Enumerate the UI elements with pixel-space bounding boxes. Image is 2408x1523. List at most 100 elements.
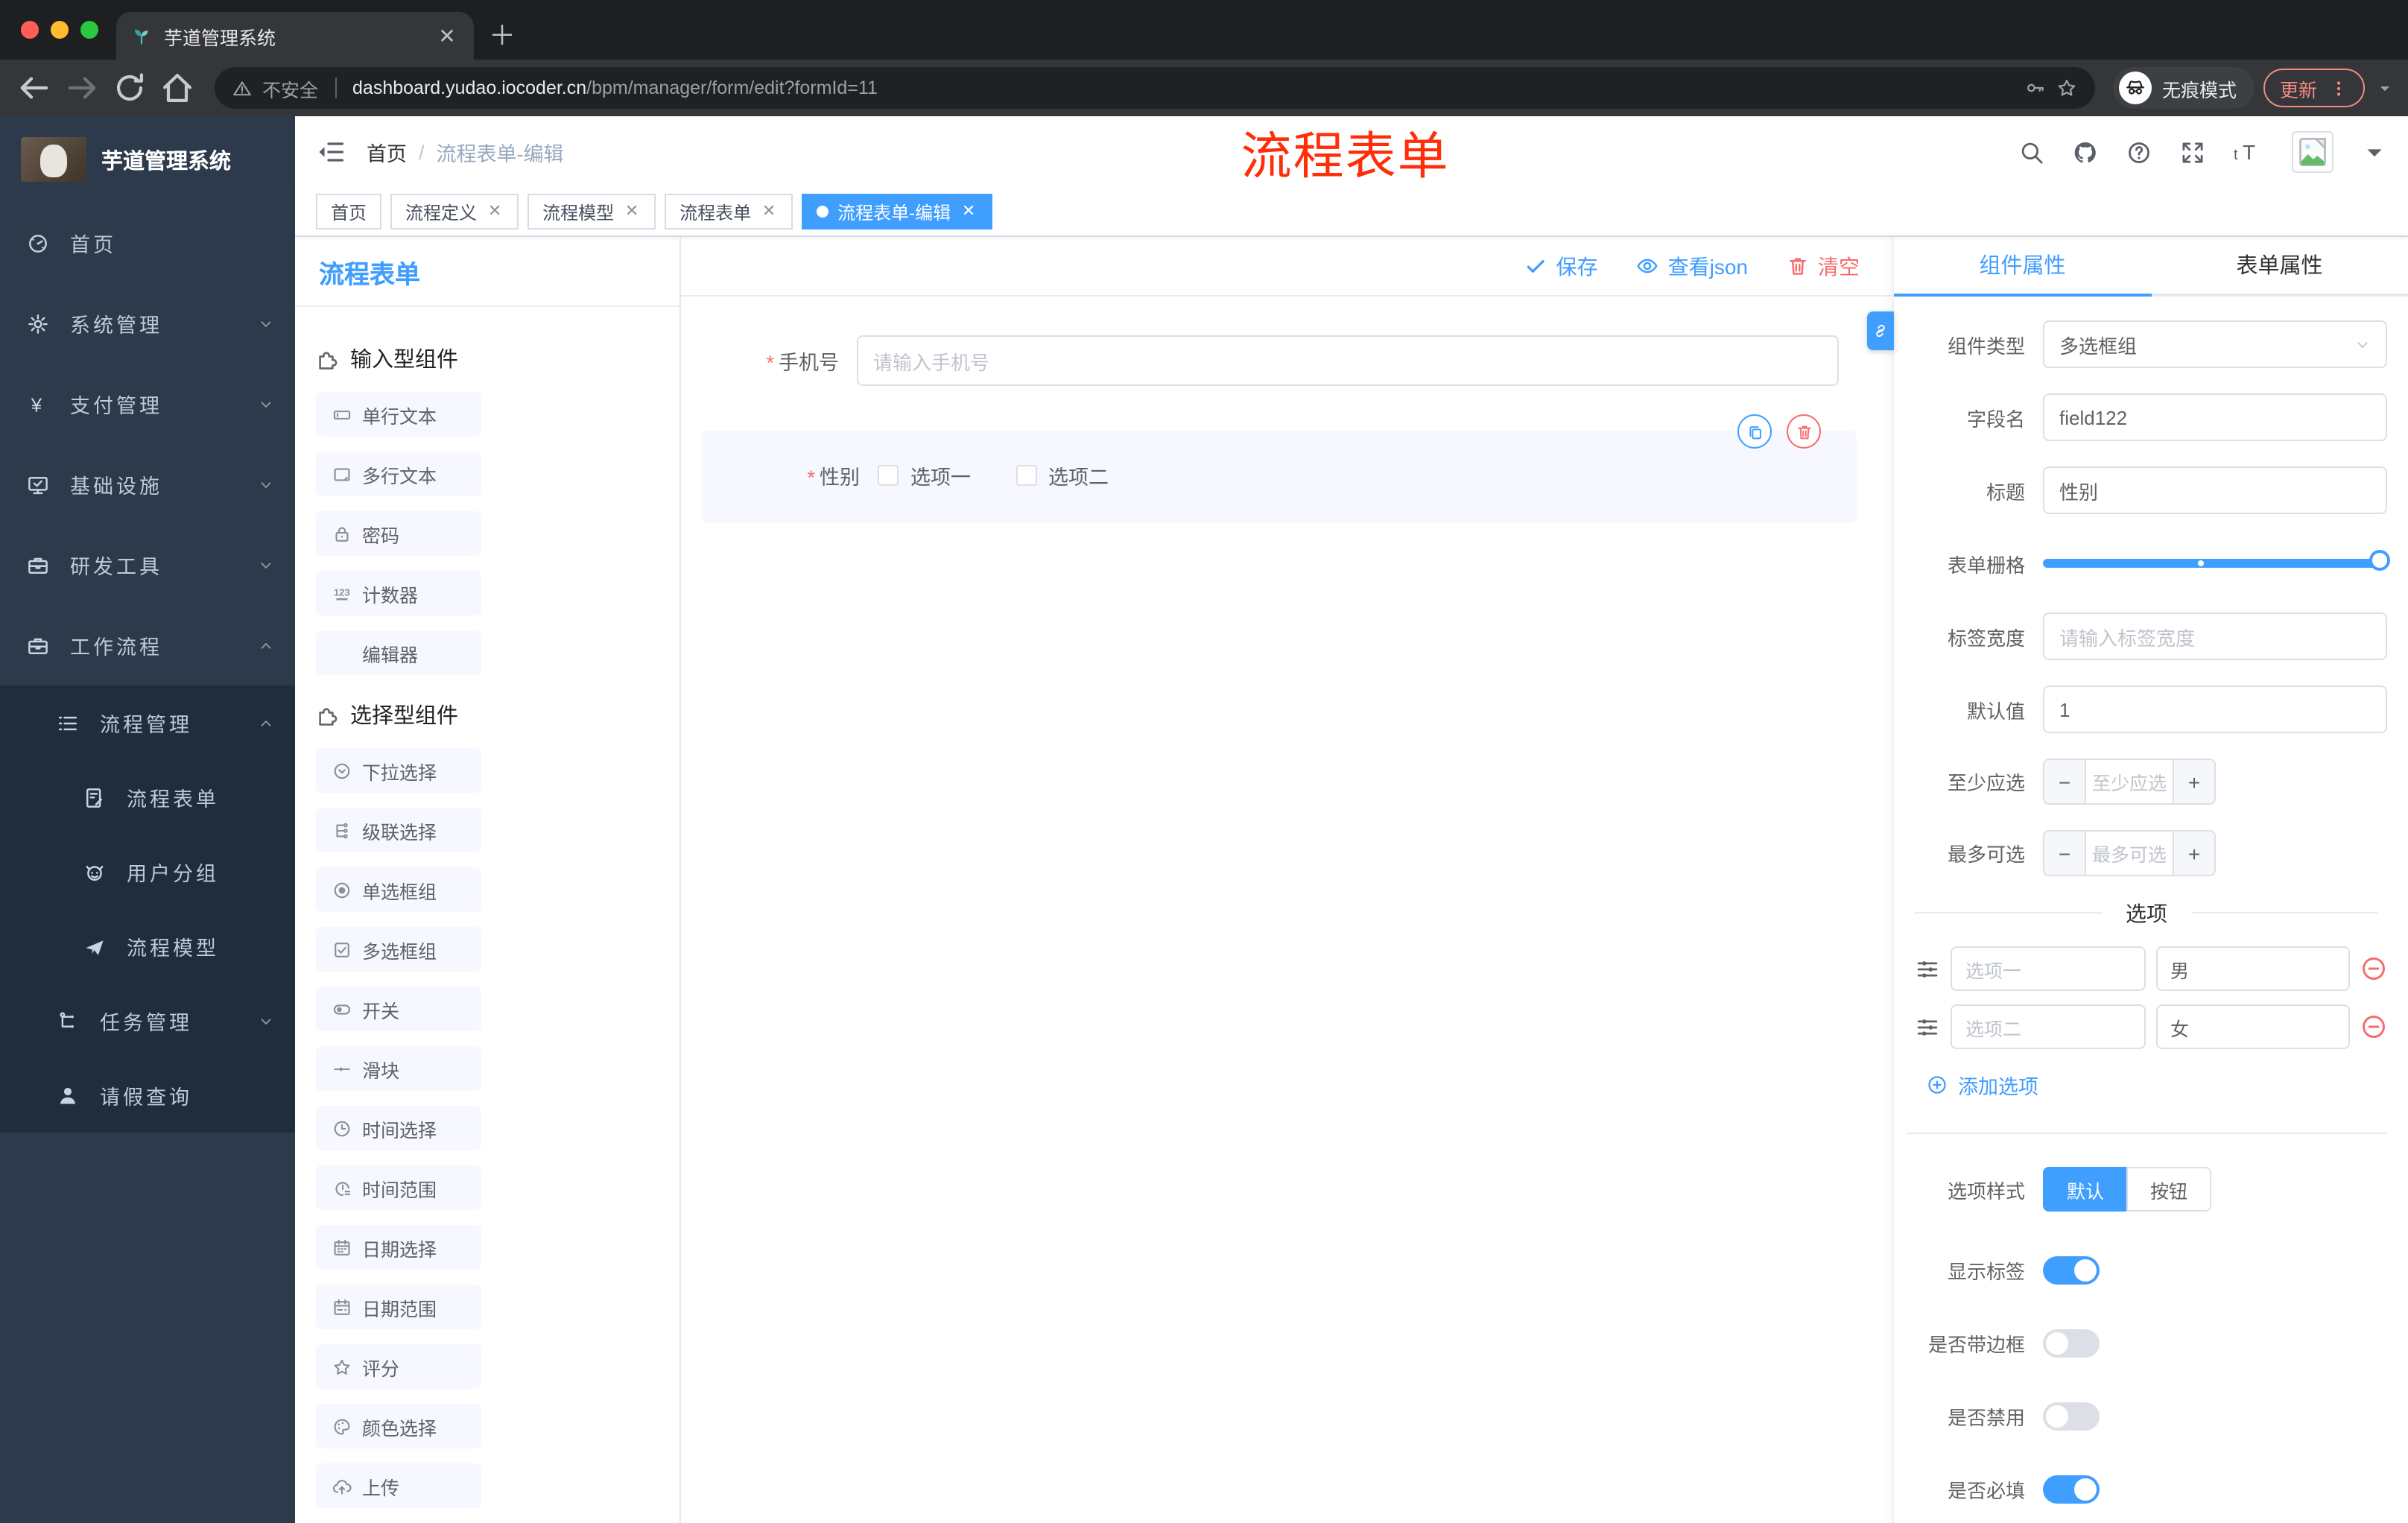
close-tag-icon[interactable]: ✕ [760,203,778,221]
tag-流程表单[interactable]: 流程表单 ✕ [665,194,793,229]
tab-component-props[interactable]: 组件属性 [1894,237,2151,297]
password-key-icon[interactable] [2025,77,2046,98]
title-input[interactable]: 性别 [2043,466,2387,514]
delete-component-button[interactable] [1787,414,1821,449]
with-border-toggle[interactable] [2043,1329,2100,1358]
max-select-stepper[interactable]: − 最多可选 + [2043,830,2216,876]
sidebar-fold-icon[interactable] [316,137,346,167]
sidebar-item-home[interactable]: 首页 [0,203,295,283]
tag-首页[interactable]: 首页 [316,194,382,229]
tab-form-props[interactable]: 表单属性 [2151,237,2408,297]
save-button[interactable]: 保存 [1525,251,1598,281]
phone-input[interactable]: 请输入手机号 [857,335,1839,386]
palette-item[interactable]: 日期范围 [316,1285,481,1329]
option-value-input[interactable]: 女 [2155,1004,2350,1049]
option-style-默认[interactable]: 默认 [2043,1167,2127,1212]
option-value-input[interactable]: 男 [2155,946,2350,991]
component-type-select[interactable]: 多选框组 [2043,320,2387,368]
form-grid-slider[interactable] [2043,539,2390,587]
stepper-minus-button[interactable]: − [2044,760,2086,803]
tag-流程表单-编辑[interactable]: 流程表单-编辑 ✕ [802,194,993,229]
help-question-icon[interactable] [2126,139,2152,165]
palette-item[interactable]: 时间范围 [316,1165,481,1210]
palette-item[interactable]: 评分 [316,1344,481,1389]
palette-item[interactable]: 开关 [316,987,481,1031]
browser-tab[interactable]: 芋道管理系统 ✕ [116,12,474,60]
checkbox-icon[interactable] [1016,465,1036,486]
option-label-input[interactable]: 选项一 [1951,946,2145,991]
close-window-button[interactable] [21,21,39,39]
palette-item[interactable]: 单选框组 [316,867,481,912]
palette-item[interactable]: 级联选择 [316,808,481,852]
clear-button[interactable]: 清空 [1787,251,1860,281]
sidebar-item-workflow[interactable]: 工作流程 [0,605,295,685]
phone-field-row[interactable]: * 手机号 请输入手机号 [702,335,1857,386]
avatar-caret-down-icon[interactable] [2362,139,2387,165]
close-tag-icon[interactable]: ✕ [960,203,978,221]
remove-option-icon[interactable] [2360,955,2387,982]
reload-icon[interactable] [110,69,149,107]
field-bind-chain-button[interactable] [1867,311,1894,350]
option-label-input[interactable]: 选项二 [1951,1004,2145,1049]
option-style-按钮[interactable]: 按钮 [2126,1167,2212,1212]
palette-item[interactable]: 单行文本 [316,392,481,437]
sidebar-item-infra[interactable]: 基础设施 [0,444,295,525]
sidebar-item-payment[interactable]: ¥ 支付管理 [0,364,295,444]
show-label-toggle[interactable] [2043,1256,2100,1285]
remove-option-icon[interactable] [2360,1013,2387,1040]
tab-close-icon[interactable]: ✕ [435,23,459,48]
view-json-button[interactable]: 查看json [1637,251,1748,281]
tag-流程模型[interactable]: 流程模型 ✕ [527,194,656,229]
min-select-stepper[interactable]: − 至少应选 + [2043,759,2216,805]
toolbar-caret-down-icon[interactable] [2377,80,2393,96]
palette-item[interactable]: 滑块 [316,1046,481,1091]
sidebar-item-process-model[interactable]: 流程模型 [0,909,295,984]
default-value-input[interactable]: 1 [2043,685,2387,733]
stepper-plus-button[interactable]: + [2173,760,2214,803]
new-tab-button[interactable]: ＋ [489,15,516,54]
palette-item[interactable]: 编辑器 [316,630,481,675]
back-icon[interactable] [15,69,54,107]
forward-icon[interactable] [63,69,101,107]
required-toggle[interactable] [2043,1475,2100,1504]
add-option-button[interactable]: 添加选项 [1927,1070,2387,1100]
slider-handle[interactable] [2369,550,2390,571]
close-tag-icon[interactable]: ✕ [486,203,504,221]
disabled-toggle[interactable] [2043,1402,2100,1431]
sidebar-item-process-mgmt[interactable]: 流程管理 [0,685,295,760]
tag-流程定义[interactable]: 流程定义 ✕ [390,194,519,229]
minimize-window-button[interactable] [51,21,69,39]
stepper-minus-button[interactable]: − [2044,832,2086,875]
fullscreen-icon[interactable] [2180,139,2205,165]
palette-item[interactable]: 123 计数器 [316,571,481,615]
palette-item[interactable]: 下拉选择 [316,748,481,793]
palette-item[interactable]: 时间选择 [316,1106,481,1150]
home-icon[interactable] [158,69,197,107]
window-controls[interactable] [21,21,98,39]
sidebar-item-leave-query[interactable]: 请假查询 [0,1058,295,1133]
stepper-plus-button[interactable]: + [2173,832,2214,875]
browser-menu-dots-icon[interactable] [2329,78,2348,98]
font-size-icon[interactable]: tT [2234,140,2263,164]
palette-item[interactable]: 多选框组 [316,927,481,972]
browser-update-button[interactable]: 更新 [2263,69,2365,107]
label-width-input[interactable]: 请输入标签宽度 [2043,612,2387,660]
sidebar-item-system[interactable]: 系统管理 [0,283,295,364]
search-icon[interactable] [2019,139,2044,165]
checkbox-option-选项二[interactable]: 选项二 [1016,460,1109,490]
sidebar-item-user-group[interactable]: 用户分组 [0,835,295,909]
close-tag-icon[interactable]: ✕ [623,203,641,221]
github-icon[interactable] [2073,139,2098,165]
palette-item[interactable]: 颜色选择 [316,1404,481,1448]
palette-item[interactable]: 上传 [316,1463,481,1508]
palette-item[interactable]: 日期选择 [316,1225,481,1270]
palette-item[interactable]: 密码 [316,511,481,556]
avatar[interactable] [2292,131,2333,173]
sidebar-item-process-form[interactable]: 流程表单 [0,760,295,835]
checkbox-icon[interactable] [878,465,899,486]
selected-component-gender[interactable]: * 性别 选项一 选项二 [702,414,1857,523]
sidebar-item-devtools[interactable]: 研发工具 [0,525,295,605]
palette-item[interactable]: 多行文本 [316,452,481,496]
address-bar[interactable]: 不安全 dashboard.yudao.iocoder.cn/bpm/manag… [215,67,2095,109]
field-name-input[interactable]: field122 [2043,393,2387,441]
